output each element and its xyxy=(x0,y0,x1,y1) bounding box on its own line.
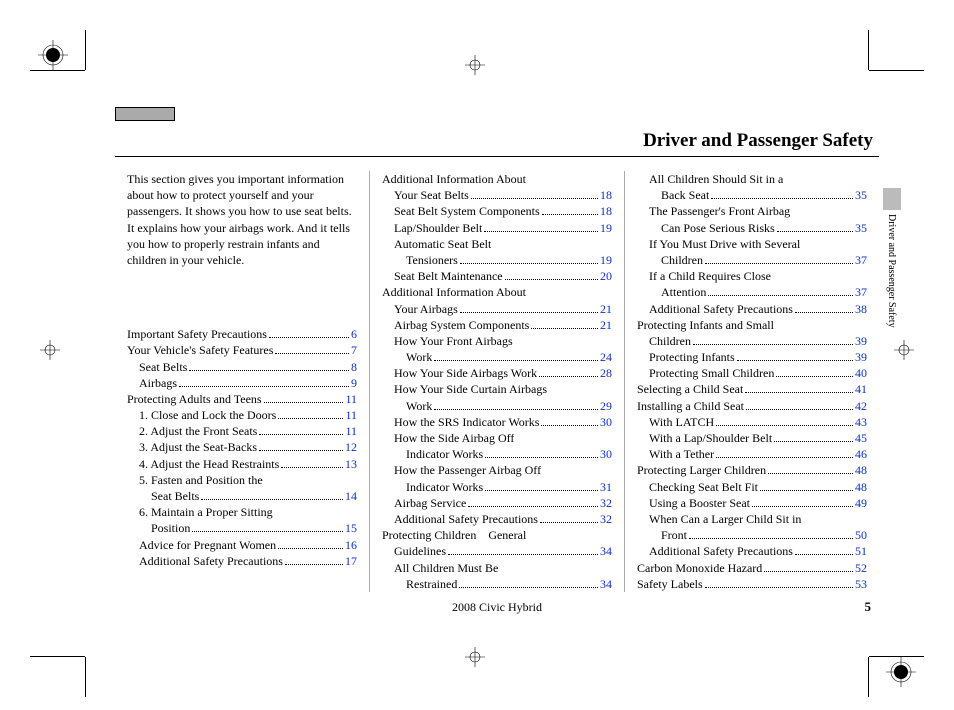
toc-entry-continuation[interactable]: Work24 xyxy=(382,349,612,365)
toc-entry[interactable]: Installing a Child Seat42 xyxy=(637,398,867,414)
toc-entry[interactable]: 6. Maintain a Proper Sitting xyxy=(127,504,357,520)
toc-entry[interactable]: Protecting Children General xyxy=(382,527,612,543)
intro-paragraph: This section gives you important informa… xyxy=(127,171,357,268)
toc-entry-continuation[interactable]: Children37 xyxy=(637,252,867,268)
toc-entry[interactable]: All Children Should Sit in a xyxy=(637,171,867,187)
toc-entry[interactable]: How the SRS Indicator Works30 xyxy=(382,414,612,430)
toc-column-3: All Children Should Sit in aBack Seat35T… xyxy=(624,171,879,592)
toc-entry[interactable]: If a Child Requires Close xyxy=(637,268,867,284)
toc-entry-continuation[interactable]: Your Airbags21 xyxy=(382,301,612,317)
center-mark-icon xyxy=(465,647,485,672)
toc-entry[interactable]: Additional Safety Precautions17 xyxy=(127,553,357,569)
toc-entry[interactable]: 5. Fasten and Position the xyxy=(127,472,357,488)
toc-entry[interactable]: Lap/Shoulder Belt19 xyxy=(382,220,612,236)
toc-entry-continuation[interactable]: Front50 xyxy=(637,527,867,543)
toc-entry[interactable]: Airbag Service32 xyxy=(382,495,612,511)
toc-entry[interactable]: How the Side Airbag Off xyxy=(382,430,612,446)
toc-entry[interactable]: Protecting Infants and Small xyxy=(637,317,867,333)
toc-entry[interactable]: Protecting Adults and Teens11 xyxy=(127,391,357,407)
toc-entry-continuation[interactable]: Indicator Works30 xyxy=(382,446,612,462)
toc-list: Important Safety Precautions6Your Vehicl… xyxy=(127,326,357,569)
toc-entry-continuation[interactable]: Tensioners19 xyxy=(382,252,612,268)
registration-mark-icon xyxy=(886,657,916,687)
toc-entry[interactable]: 1. Close and Lock the Doors11 xyxy=(127,407,357,423)
toc-entry[interactable]: Additional Safety Precautions51 xyxy=(637,543,867,559)
toc-entry[interactable]: With a Tether46 xyxy=(637,446,867,462)
toc-entry-continuation[interactable]: Seat Belts14 xyxy=(127,488,357,504)
toc-entry[interactable]: Additional Information About xyxy=(382,284,612,300)
toc-entry[interactable]: Selecting a Child Seat41 xyxy=(637,381,867,397)
toc-entry[interactable]: When Can a Larger Child Sit in xyxy=(637,511,867,527)
toc-entry[interactable]: Additional Safety Precautions32 xyxy=(382,511,612,527)
toc-entry[interactable]: Automatic Seat Belt xyxy=(382,236,612,252)
toc-entry[interactable]: With LATCH43 xyxy=(637,414,867,430)
toc-entry-continuation[interactable]: Work29 xyxy=(382,398,612,414)
toc-column-2: Additional Information AboutYour Seat Be… xyxy=(369,171,624,592)
center-mark-icon xyxy=(894,340,914,365)
toc-entry[interactable]: Advice for Pregnant Women16 xyxy=(127,537,357,553)
toc-entry-continuation[interactable]: Children39 xyxy=(637,333,867,349)
side-section-label: Driver and Passenger Safety xyxy=(886,214,897,328)
toc-entry[interactable]: 3. Adjust the Seat-Backs12 xyxy=(127,439,357,455)
toc-entry[interactable]: Seat Belt Maintenance20 xyxy=(382,268,612,284)
redacted-box xyxy=(115,107,175,121)
toc-columns: This section gives you important informa… xyxy=(115,171,879,592)
toc-entry[interactable]: The Passenger's Front Airbag xyxy=(637,203,867,219)
toc-column-1: This section gives you important informa… xyxy=(115,171,369,592)
toc-entry[interactable]: Safety Labels53 xyxy=(637,576,867,592)
registration-mark-icon xyxy=(38,40,68,70)
toc-entry-continuation[interactable]: Can Pose Serious Risks35 xyxy=(637,220,867,236)
toc-entry-continuation[interactable]: Guidelines34 xyxy=(382,543,612,559)
toc-entry[interactable]: Additional Information About xyxy=(382,171,612,187)
toc-entry[interactable]: Airbags9 xyxy=(127,375,357,391)
footer-model: 2008 Civic Hybrid xyxy=(115,600,879,615)
toc-entry[interactable]: Protecting Infants39 xyxy=(637,349,867,365)
toc-entry[interactable]: How Your Side Airbags Work28 xyxy=(382,365,612,381)
side-tab xyxy=(883,188,901,210)
footer-page-number: 5 xyxy=(865,599,872,615)
toc-entry[interactable]: Additional Safety Precautions38 xyxy=(637,301,867,317)
toc-entry[interactable]: Airbag System Components21 xyxy=(382,317,612,333)
toc-entry-continuation[interactable]: Indicator Works31 xyxy=(382,479,612,495)
toc-entry[interactable]: Protecting Small Children40 xyxy=(637,365,867,381)
toc-entry[interactable]: 4. Adjust the Head Restraints13 xyxy=(127,456,357,472)
toc-entry[interactable]: Seat Belts8 xyxy=(127,359,357,375)
toc-entry[interactable]: With a Lap/Shoulder Belt45 xyxy=(637,430,867,446)
toc-entry[interactable]: How Your Front Airbags xyxy=(382,333,612,349)
center-mark-icon xyxy=(40,340,60,365)
toc-entry[interactable]: Seat Belt System Components18 xyxy=(382,203,612,219)
toc-entry[interactable]: Protecting Larger Children48 xyxy=(637,462,867,478)
toc-entry[interactable]: 2. Adjust the Front Seats11 xyxy=(127,423,357,439)
center-mark-icon xyxy=(465,55,485,80)
toc-entry-continuation[interactable]: Restrained34 xyxy=(382,576,612,592)
toc-entry[interactable]: Important Safety Precautions6 xyxy=(127,326,357,342)
toc-entry[interactable]: If You Must Drive with Several xyxy=(637,236,867,252)
toc-entry[interactable]: How the Passenger Airbag Off xyxy=(382,462,612,478)
toc-entry[interactable]: Checking Seat Belt Fit48 xyxy=(637,479,867,495)
page-footer: 2008 Civic Hybrid 5 xyxy=(115,600,879,615)
toc-entry-continuation[interactable]: Your Seat Belts18 xyxy=(382,187,612,203)
page-title: Driver and Passenger Safety xyxy=(115,130,879,157)
toc-entry[interactable]: Your Vehicle's Safety Features7 xyxy=(127,342,357,358)
toc-entry-continuation[interactable]: Attention37 xyxy=(637,284,867,300)
toc-list: Additional Information AboutYour Seat Be… xyxy=(382,171,612,592)
toc-entry[interactable]: Carbon Monoxide Hazard52 xyxy=(637,560,867,576)
toc-entry[interactable]: How Your Side Curtain Airbags xyxy=(382,381,612,397)
toc-entry-continuation[interactable]: Back Seat35 xyxy=(637,187,867,203)
toc-list: All Children Should Sit in aBack Seat35T… xyxy=(637,171,867,592)
toc-entry-continuation[interactable]: Position15 xyxy=(127,520,357,536)
toc-entry[interactable]: Using a Booster Seat49 xyxy=(637,495,867,511)
toc-entry[interactable]: All Children Must Be xyxy=(382,560,612,576)
page-content: Driver and Passenger Safety Driver and P… xyxy=(115,130,879,615)
